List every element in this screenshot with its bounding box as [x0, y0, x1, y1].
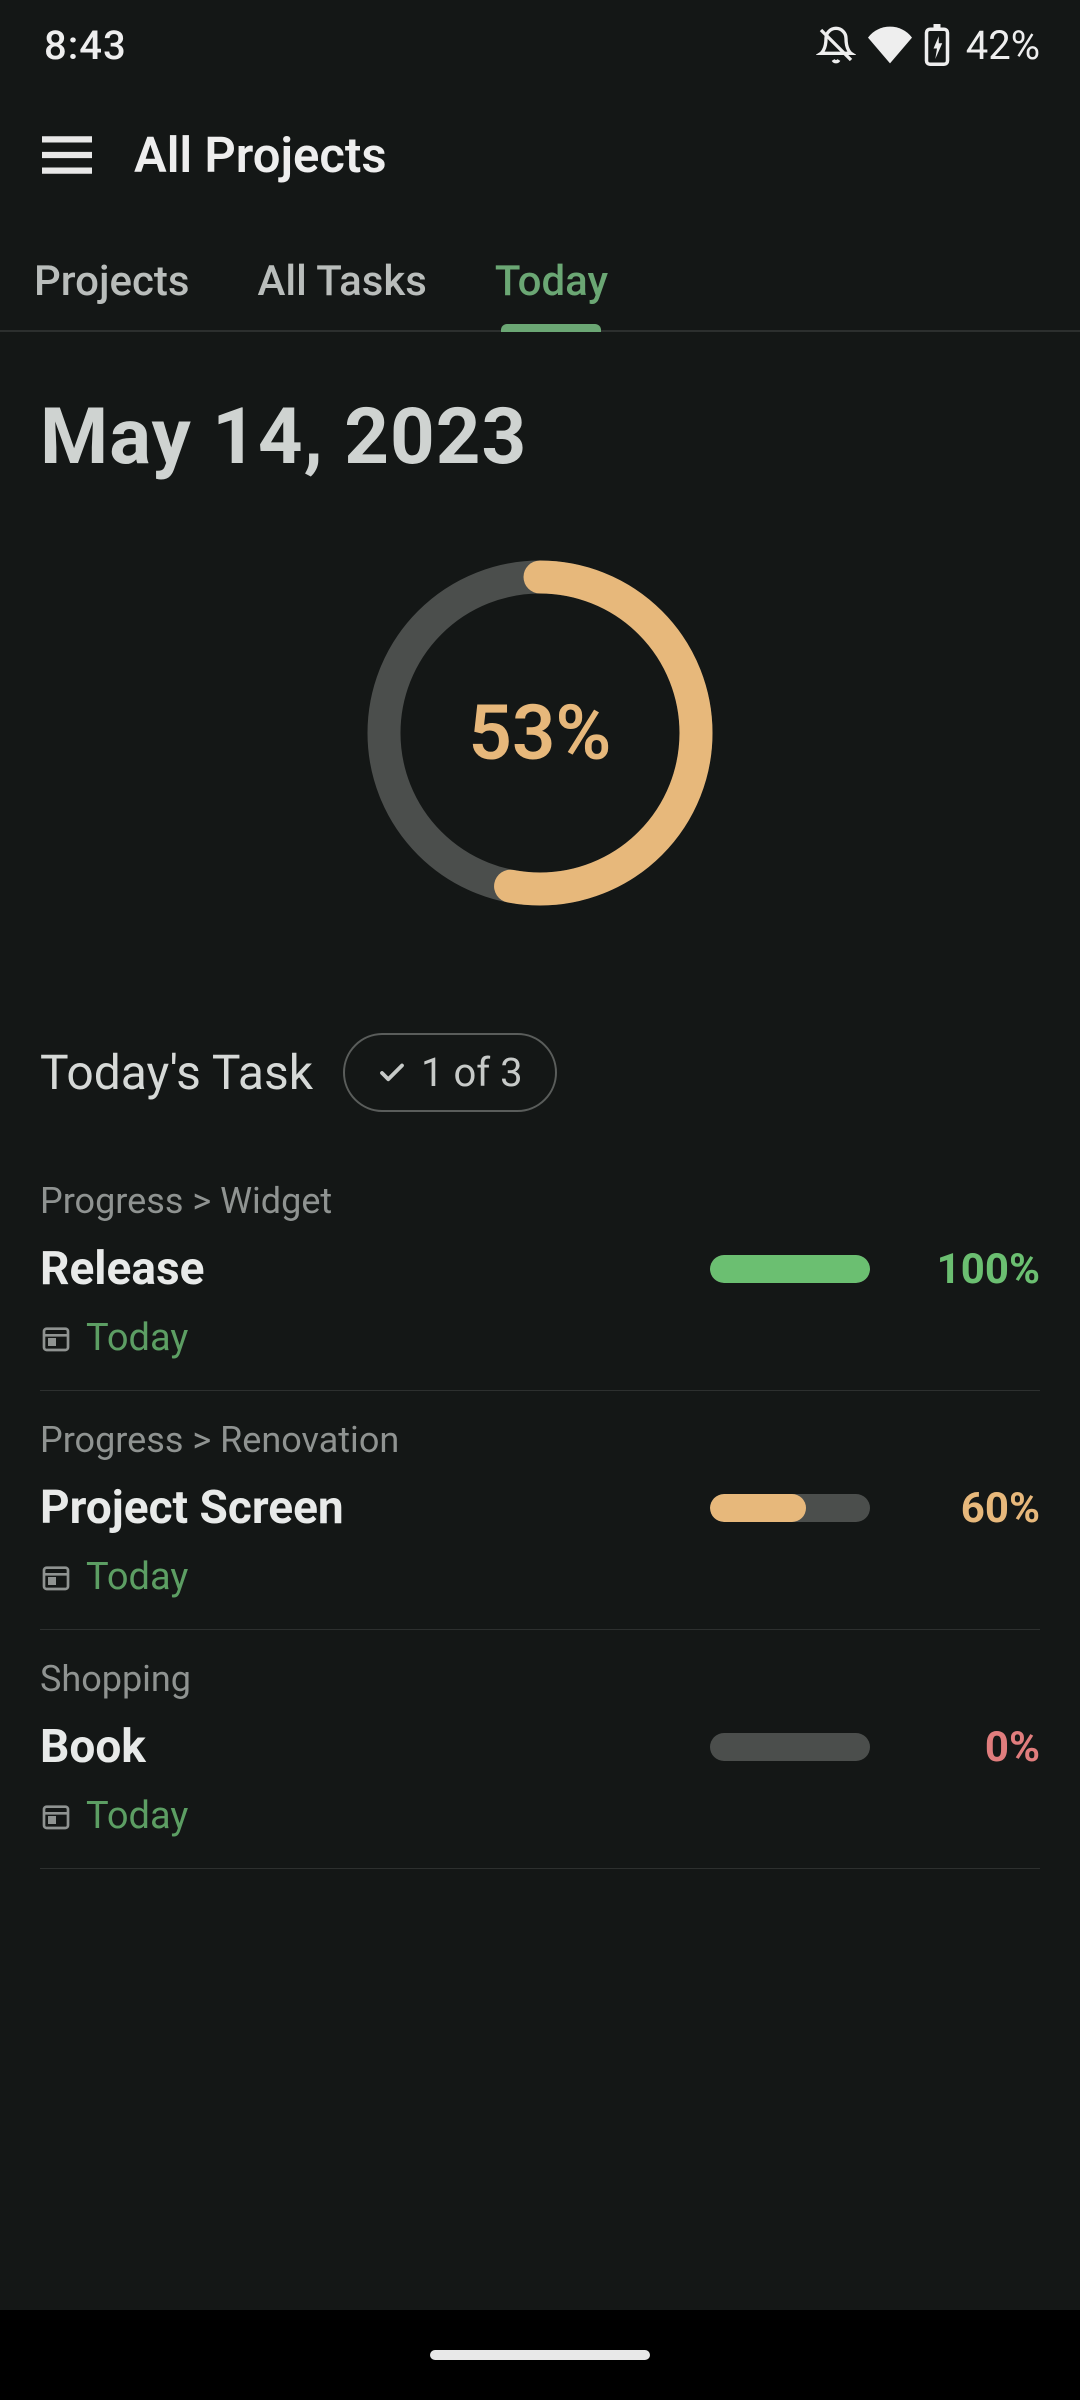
task-progress-bar: [710, 1255, 870, 1283]
task-date-row: Today: [40, 1316, 1040, 1360]
progress-ring-wrap: 53%: [40, 553, 1040, 913]
main-content: May 14, 2023 53% Today's Task 1 of 3 Pro: [0, 332, 1080, 2310]
wifi-icon: [868, 25, 912, 65]
tab-today[interactable]: Today: [491, 257, 612, 330]
section-title: Today's Task: [40, 1044, 313, 1101]
tab-all-tasks[interactable]: All Tasks: [254, 257, 431, 330]
battery-text: 42%: [966, 22, 1040, 69]
battery-charging-icon: [924, 24, 950, 66]
system-nav-bar: [0, 2310, 1080, 2400]
task-progress-fill: [710, 1255, 870, 1283]
progress-ring: 53%: [360, 553, 720, 913]
calendar-icon: [40, 1322, 72, 1354]
task-item[interactable]: Progress > Widget Release 100% Today: [40, 1152, 1040, 1391]
tab-projects[interactable]: Projects: [30, 257, 194, 330]
task-percent-label: 100%: [900, 1245, 1040, 1294]
status-icons: 42%: [816, 22, 1040, 69]
date-heading: May 14, 2023: [40, 392, 1040, 483]
task-percent-label: 0%: [900, 1723, 1040, 1772]
app-bar: All Projects: [0, 90, 1080, 220]
notifications-off-icon: [816, 25, 856, 65]
task-item[interactable]: Progress > Renovation Project Screen 60% To…: [40, 1391, 1040, 1630]
tab-bar: Projects All Tasks Today: [0, 220, 1080, 332]
calendar-icon: [40, 1561, 72, 1593]
task-count-chip[interactable]: 1 of 3: [343, 1033, 557, 1112]
ring-percent-label: 53%: [360, 553, 720, 913]
section-header-row: Today's Task 1 of 3: [40, 1033, 1040, 1112]
task-progress-fill: [710, 1494, 806, 1522]
menu-button[interactable]: [40, 128, 94, 182]
task-title: Release: [40, 1242, 680, 1296]
check-icon: [377, 1058, 407, 1088]
task-date-text: Today: [86, 1794, 188, 1838]
task-percent-label: 60%: [900, 1484, 1040, 1533]
task-date-text: Today: [86, 1555, 188, 1599]
task-progress-bar: [710, 1494, 870, 1522]
chip-label: 1 of 3: [421, 1049, 523, 1096]
page-title: All Projects: [134, 127, 387, 184]
task-list: Progress > WidgetRelease100%TodayProgres…: [40, 1152, 1040, 1869]
task-progress-bar: [710, 1733, 870, 1761]
task-date-row: Today: [40, 1794, 1040, 1838]
hamburger-icon: [42, 135, 92, 175]
task-date-text: Today: [86, 1316, 188, 1360]
task-breadcrumb: Progress > Widget: [40, 1180, 1040, 1222]
status-bar: 8:43 42%: [0, 0, 1080, 90]
home-indicator[interactable]: [430, 2350, 650, 2360]
task-item[interactable]: Shopping Book 0% Today: [40, 1630, 1040, 1869]
task-title: Project Screen: [40, 1481, 680, 1535]
task-title: Book: [40, 1720, 680, 1774]
calendar-icon: [40, 1800, 72, 1832]
status-time: 8:43: [44, 22, 127, 69]
task-date-row: Today: [40, 1555, 1040, 1599]
task-breadcrumb: Shopping: [40, 1658, 1040, 1700]
task-breadcrumb: Progress > Renovation: [40, 1419, 1040, 1461]
